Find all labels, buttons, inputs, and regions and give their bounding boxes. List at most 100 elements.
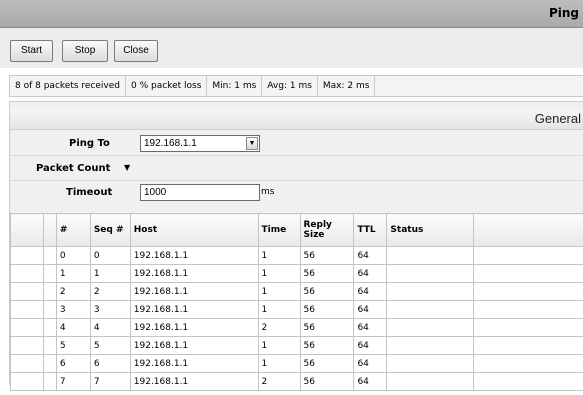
start-button[interactable]: Start [10, 40, 53, 62]
cell-blank-2 [42, 372, 57, 391]
cell-seq: 5 [89, 336, 131, 355]
table-row[interactable]: 3 3 192.168.1.1 1 56 64 [10, 300, 583, 319]
cell-time: 1 [257, 336, 301, 355]
ping-to-row: Ping To 192.168.1.1 ▼ [10, 132, 583, 156]
cell-index: 0 [55, 246, 91, 265]
column-header-ttl[interactable]: TTL [353, 213, 388, 247]
status-bar: 8 of 8 packets received 0 % packet loss … [9, 75, 583, 97]
cell-blank-2 [42, 264, 57, 283]
table-row[interactable]: 5 5 192.168.1.1 1 56 64 [10, 336, 583, 355]
column-header-index[interactable]: # [55, 213, 91, 247]
cell-blank-3 [473, 372, 583, 391]
timeout-label: Timeout [66, 187, 113, 198]
cell-host: 192.168.1.1 [129, 336, 259, 355]
table-row[interactable]: 6 6 192.168.1.1 1 56 64 [10, 354, 583, 373]
ping-to-label: Ping To [69, 138, 110, 149]
cell-time: 1 [257, 282, 301, 301]
expand-triangle-icon[interactable]: ▼ [124, 163, 130, 172]
cell-host: 192.168.1.1 [129, 354, 259, 373]
cell-seq: 0 [89, 246, 131, 265]
cell-status [386, 372, 475, 391]
table-row[interactable]: 0 0 192.168.1.1 1 56 64 [10, 246, 583, 265]
cell-ttl: 64 [353, 336, 388, 355]
table-row[interactable]: 7 7 192.168.1.1 2 56 64 [10, 372, 583, 391]
cell-blank-2 [42, 300, 57, 319]
cell-blank-3 [473, 264, 583, 283]
cell-blank-1 [10, 264, 44, 283]
cell-index: 1 [55, 264, 91, 283]
cell-status [386, 264, 475, 283]
cell-seq: 7 [89, 372, 131, 391]
cell-blank-1 [10, 282, 44, 301]
cell-status [386, 354, 475, 373]
cell-reply-size: 56 [299, 372, 355, 391]
general-panel: General Ping To 192.168.1.1 ▼ Packet Cou… [9, 101, 583, 391]
cell-status [386, 300, 475, 319]
cell-reply-size: 56 [299, 318, 355, 337]
cell-blank-3 [473, 300, 583, 319]
table-row[interactable]: 1 1 192.168.1.1 1 56 64 [10, 264, 583, 283]
column-header-host[interactable]: Host [129, 213, 259, 247]
cell-reply-size: 56 [299, 264, 355, 283]
cell-blank-2 [42, 318, 57, 337]
cell-seq: 3 [89, 300, 131, 319]
cell-host: 192.168.1.1 [129, 372, 259, 391]
avg-time-status: Avg: 1 ms [262, 76, 318, 96]
column-header-reply-size[interactable]: Reply Size [299, 213, 355, 247]
cell-time: 1 [257, 264, 301, 283]
column-header-time[interactable]: Time [257, 213, 301, 247]
cell-time: 2 [257, 318, 301, 337]
title-bar: Ping [0, 0, 583, 28]
max-time-status: Max: 2 ms [318, 76, 376, 96]
close-button[interactable]: Close [114, 40, 158, 62]
cell-blank-2 [42, 354, 57, 373]
cell-seq: 6 [89, 354, 131, 373]
section-title: General [534, 111, 581, 126]
cell-host: 192.168.1.1 [129, 300, 259, 319]
cell-ttl: 64 [353, 246, 388, 265]
section-header: General [10, 109, 583, 130]
table-row[interactable]: 2 2 192.168.1.1 1 56 64 [10, 282, 583, 301]
min-time-status: Min: 1 ms [207, 76, 263, 96]
cell-time: 1 [257, 300, 301, 319]
cell-ttl: 64 [353, 354, 388, 373]
packet-count-label: Packet Count [36, 163, 111, 174]
cell-host: 192.168.1.1 [129, 246, 259, 265]
packet-count-row: Packet Count ▼ [10, 157, 583, 181]
cell-blank-3 [473, 282, 583, 301]
cell-reply-size: 56 [299, 336, 355, 355]
cell-blank-1 [10, 372, 44, 391]
cell-index: 6 [55, 354, 91, 373]
cell-ttl: 64 [353, 372, 388, 391]
toolbar: Start Stop Close [0, 28, 583, 68]
cell-blank-2 [42, 246, 57, 265]
cell-index: 4 [55, 318, 91, 337]
column-header-status[interactable]: Status [386, 213, 475, 247]
window-title: Ping [548, 6, 579, 20]
cell-blank-1 [10, 336, 44, 355]
packets-received-status: 8 of 8 packets received [10, 76, 126, 96]
column-header-seq[interactable]: Seq # [89, 213, 131, 247]
cell-time: 1 [257, 354, 301, 373]
cell-ttl: 64 [353, 300, 388, 319]
cell-blank-3 [473, 246, 583, 265]
timeout-input[interactable]: 1000 [140, 184, 260, 201]
chevron-down-icon[interactable]: ▼ [246, 137, 258, 150]
cell-time: 1 [257, 246, 301, 265]
ping-to-combobox[interactable]: 192.168.1.1 ▼ [140, 135, 260, 152]
cell-index: 7 [55, 372, 91, 391]
stop-button[interactable]: Stop [62, 40, 108, 62]
cell-host: 192.168.1.1 [129, 318, 259, 337]
ping-to-value: 192.168.1.1 [144, 138, 197, 149]
cell-blank-3 [473, 336, 583, 355]
cell-index: 5 [55, 336, 91, 355]
timeout-unit: ms [261, 187, 275, 197]
table-row[interactable]: 4 4 192.168.1.1 2 56 64 [10, 318, 583, 337]
cell-host: 192.168.1.1 [129, 282, 259, 301]
cell-ttl: 64 [353, 318, 388, 337]
cell-reply-size: 56 [299, 282, 355, 301]
cell-blank-2 [42, 336, 57, 355]
cell-ttl: 64 [353, 264, 388, 283]
ping-results-table: # Seq # Host Time Reply Size TTL Status … [10, 213, 583, 391]
cell-reply-size: 56 [299, 300, 355, 319]
